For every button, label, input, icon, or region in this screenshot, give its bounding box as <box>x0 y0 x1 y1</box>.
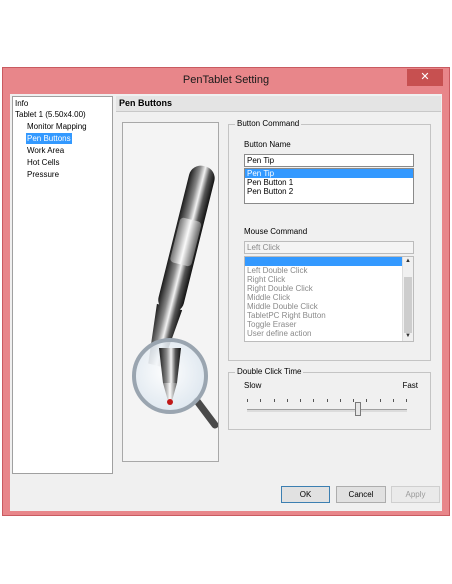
slow-label: Slow <box>244 381 262 390</box>
slider-tick <box>393 399 394 402</box>
scroll-up-icon[interactable]: ▲ <box>403 257 413 266</box>
slider-tick <box>247 399 248 402</box>
slider-thumb[interactable] <box>355 402 361 416</box>
panel-title: Pen Buttons <box>119 98 172 108</box>
pen-illustration-frame <box>122 122 219 462</box>
slider-tick <box>260 399 261 402</box>
slider-tick <box>327 399 328 402</box>
mouse-option-toggle-eraser[interactable]: Toggle Eraser <box>245 320 413 329</box>
double-click-group: Double Click Time Slow Fast <box>228 367 431 430</box>
magnifier-handle <box>193 397 219 429</box>
slider-tick <box>300 399 301 402</box>
tree-item-pressure[interactable]: Pressure <box>26 169 60 180</box>
mouse-command-field[interactable]: Left Click <box>244 241 414 254</box>
slider-track <box>247 409 407 412</box>
mouse-option-middle-click[interactable]: Middle Click <box>245 293 413 302</box>
tree-item-hot-cells[interactable]: Hot Cells <box>26 157 60 168</box>
fast-label: Fast <box>402 381 418 390</box>
apply-button[interactable]: Apply <box>391 486 440 503</box>
mouse-option-right-double-click[interactable]: Right Double Click <box>245 284 413 293</box>
slider-tick <box>274 399 275 402</box>
button-option-pen-button-2[interactable]: Pen Button 2 <box>245 187 413 196</box>
mouse-option-middle-double-click[interactable]: Middle Double Click <box>245 302 413 311</box>
slider-tick <box>313 399 314 402</box>
mouse-command-list[interactable]: Left Click Left Double Click Right Click… <box>244 256 414 342</box>
tree-item-pen-buttons[interactable]: Pen Buttons <box>26 133 72 144</box>
button-name-field[interactable]: Pen Tip <box>244 154 414 167</box>
close-button[interactable]: ✕ <box>407 69 443 86</box>
button-option-pen-tip[interactable]: Pen Tip <box>245 169 413 178</box>
slider-tick <box>380 399 381 402</box>
mouse-option-left-double-click[interactable]: Left Double Click <box>245 266 413 275</box>
tree-item-work-area[interactable]: Work Area <box>26 145 65 156</box>
slider-tick <box>366 399 367 402</box>
title-bar[interactable]: PenTablet Setting ✕ <box>3 68 449 92</box>
slider-tick <box>353 399 354 402</box>
mouse-list-scrollbar[interactable]: ▲ ▼ <box>402 257 413 341</box>
mouse-option-right-click[interactable]: Right Click <box>245 275 413 284</box>
pen-tip-dot <box>167 399 173 405</box>
button-command-title: Button Command <box>235 119 302 128</box>
pentablet-window: PenTablet Setting ✕ Info Tablet 1 (5.50x… <box>2 67 450 516</box>
double-click-title: Double Click Time <box>235 367 304 376</box>
window-title: PenTablet Setting <box>182 74 270 86</box>
mouse-command-label: Mouse Command <box>244 227 308 236</box>
button-option-pen-button-1[interactable]: Pen Button 1 <box>245 178 413 187</box>
settings-tree: Info Tablet 1 (5.50x4.00) Monitor Mappin… <box>12 96 113 474</box>
mouse-option-tabletpc-right-button[interactable]: TabletPC Right Button <box>245 311 413 320</box>
tree-item-info[interactable]: Info <box>14 98 29 109</box>
panel-header: Pen Buttons <box>116 96 441 112</box>
button-name-list[interactable]: Pen Tip Pen Button 1 Pen Button 2 <box>244 168 414 204</box>
slider-tick <box>340 399 341 402</box>
mouse-option-left-click[interactable]: Left Click <box>245 257 413 266</box>
button-name-label: Button Name <box>244 140 291 149</box>
slider-tick <box>406 399 407 402</box>
tree-item-tablet[interactable]: Tablet 1 (5.50x4.00) <box>14 109 87 120</box>
scroll-thumb[interactable] <box>404 277 412 333</box>
dialog-client: Info Tablet 1 (5.50x4.00) Monitor Mappin… <box>10 94 442 511</box>
scroll-down-icon[interactable]: ▼ <box>403 332 413 341</box>
close-icon: ✕ <box>420 71 430 83</box>
slider-tick <box>287 399 288 402</box>
ok-button[interactable]: OK <box>281 486 330 503</box>
double-click-slider[interactable] <box>247 395 407 419</box>
mouse-option-user-define-action[interactable]: User define action <box>245 329 413 338</box>
button-command-group: Button Command Button Name Pen Tip Pen T… <box>228 119 431 361</box>
tree-item-monitor-mapping[interactable]: Monitor Mapping <box>26 121 88 132</box>
cancel-button[interactable]: Cancel <box>336 486 386 503</box>
pen-illustration <box>132 165 219 429</box>
